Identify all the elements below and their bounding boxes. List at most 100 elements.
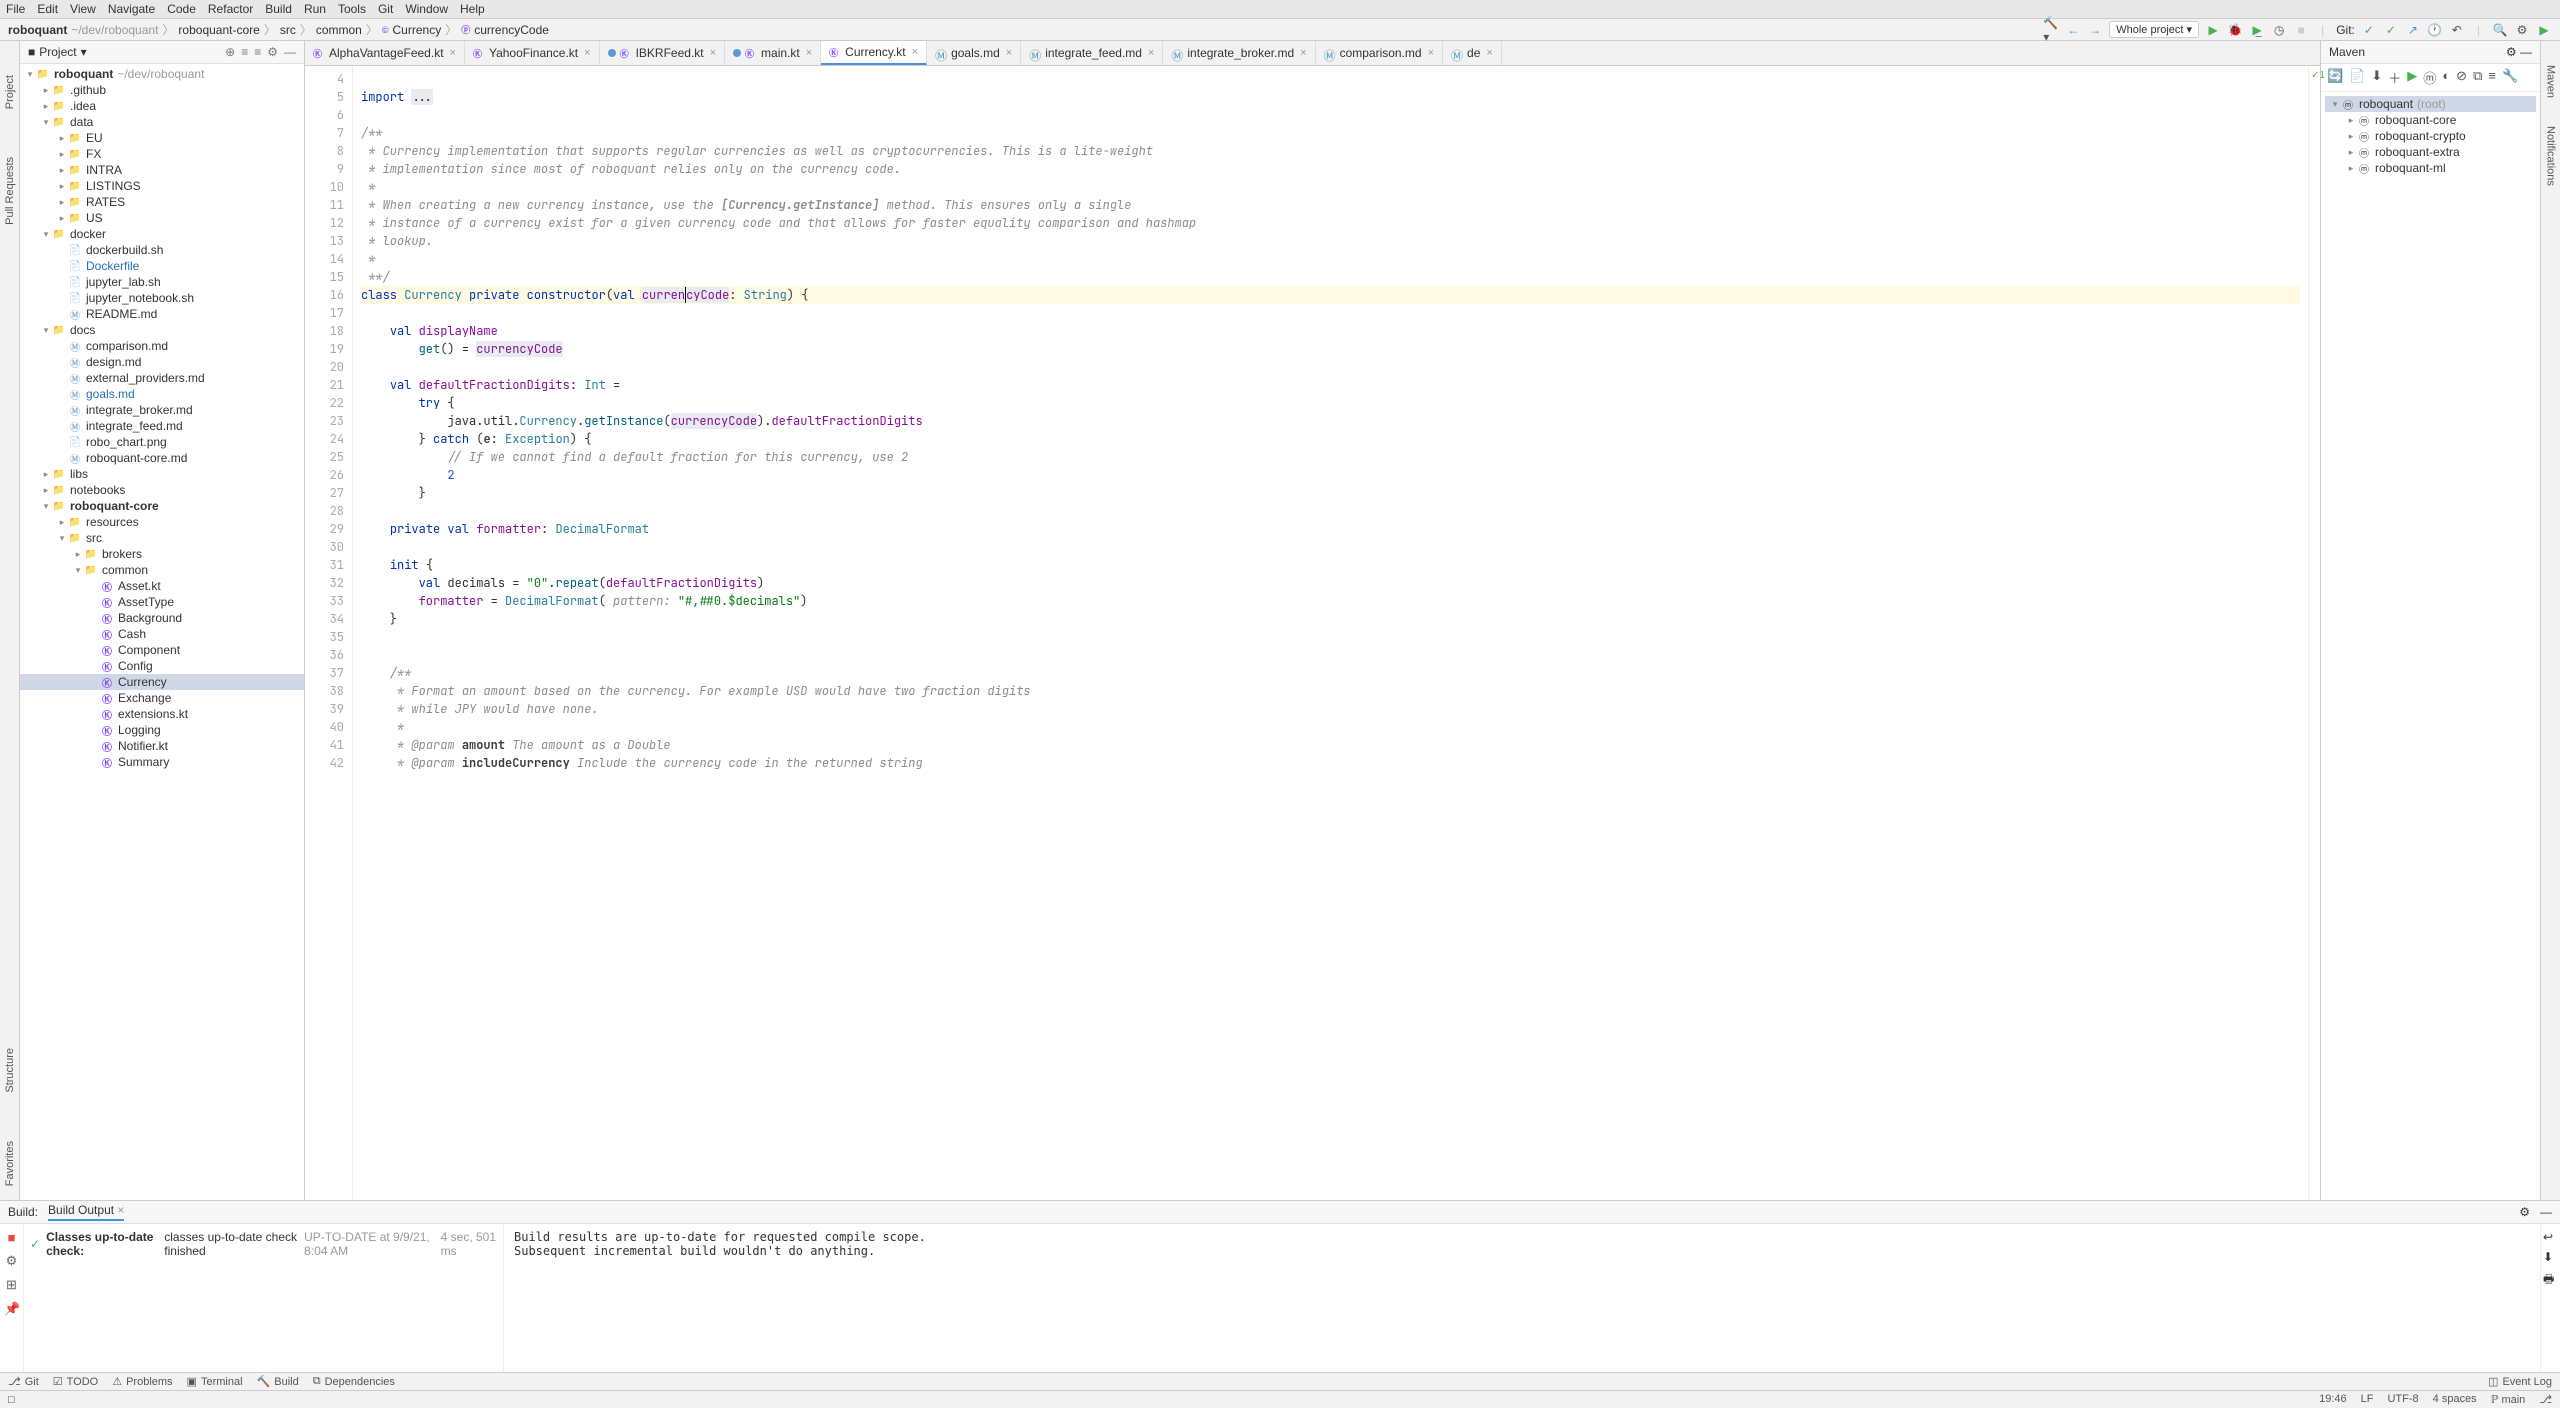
build-task-row[interactable]: ✓ Classes up-to-date check: classes up-t…: [30, 1230, 497, 1258]
editor-tab[interactable]: ⓀYahooFinance.kt×: [465, 41, 600, 65]
tree-item[interactable]: ⓀConfig: [20, 658, 304, 674]
close-tab-icon[interactable]: ×: [1300, 47, 1306, 59]
menu-git[interactable]: Git: [378, 2, 393, 16]
tree-item[interactable]: ▸📁resources: [20, 514, 304, 530]
maven-collapse-icon[interactable]: ≡: [2488, 68, 2496, 87]
soft-wrap-icon[interactable]: ↩: [2543, 1230, 2558, 1244]
build-output-text[interactable]: Build results are up-to-date for request…: [504, 1224, 2540, 1372]
error-stripe[interactable]: ✓1: [2308, 66, 2320, 1200]
tree-item[interactable]: ▸📁brokers: [20, 546, 304, 562]
code-editor[interactable]: import ... /** * Currency implementation…: [353, 66, 2308, 1200]
maven-wrench-icon[interactable]: 🔧: [2502, 68, 2518, 87]
breadcrumb-pkg[interactable]: common: [316, 23, 362, 37]
git-update-icon[interactable]: ✓: [2361, 22, 2377, 38]
editor-tab[interactable]: Ⓜgoals.md×: [927, 41, 1021, 65]
tree-item[interactable]: ⓀSummary: [20, 754, 304, 770]
git-commit-icon[interactable]: ✓: [2383, 22, 2399, 38]
editor-tab[interactable]: Ⓚmain.kt×: [725, 41, 821, 65]
menu-code[interactable]: Code: [167, 2, 196, 16]
maven-tree-item[interactable]: ▸ⓜroboquant-ml: [2325, 160, 2536, 176]
status-line-sep[interactable]: LF: [2361, 1393, 2374, 1406]
menu-help[interactable]: Help: [460, 2, 485, 16]
menu-navigate[interactable]: Navigate: [108, 2, 155, 16]
git-rollback-icon[interactable]: ↶: [2449, 22, 2465, 38]
status-caret[interactable]: 19:46: [2319, 1393, 2347, 1406]
tree-item[interactable]: 📄jupyter_notebook.sh: [20, 290, 304, 306]
tree-item[interactable]: ⓀCash: [20, 626, 304, 642]
maven-run-icon[interactable]: ▶: [2407, 68, 2417, 87]
tree-item[interactable]: ⓀNotifier.kt: [20, 738, 304, 754]
tool-terminal[interactable]: ▣ Terminal: [187, 1375, 243, 1388]
close-tab-icon[interactable]: ×: [806, 47, 812, 59]
build-settings-icon[interactable]: ⚙: [2519, 1205, 2530, 1219]
build-rerun-icon[interactable]: ■: [4, 1230, 19, 1245]
maven-tree-item[interactable]: ▸ⓜroboquant-crypto: [2325, 128, 2536, 144]
build-icon[interactable]: 🔨▾: [2043, 22, 2059, 38]
expand-all-icon[interactable]: ≡: [241, 45, 248, 59]
menu-refactor[interactable]: Refactor: [208, 2, 253, 16]
tree-item[interactable]: ▾📁src: [20, 530, 304, 546]
build-filter-icon[interactable]: ⚙: [4, 1253, 19, 1269]
editor-tab[interactable]: ⓀCurrency.kt×: [821, 41, 927, 65]
build-tab-label[interactable]: Build:: [8, 1205, 38, 1219]
tree-item[interactable]: ⓂREADME.md: [20, 306, 304, 322]
right-tab-maven[interactable]: Maven: [2543, 61, 2559, 102]
git-history-icon[interactable]: 🕐: [2427, 22, 2443, 38]
tree-item[interactable]: 📄robo_chart.png: [20, 434, 304, 450]
tree-item[interactable]: 📄jupyter_lab.sh: [20, 274, 304, 290]
build-expand-icon[interactable]: ⊞: [4, 1277, 19, 1293]
tree-item[interactable]: ⓀBackground: [20, 610, 304, 626]
tree-item[interactable]: Ⓜexternal_providers.md: [20, 370, 304, 386]
tree-item[interactable]: ▸📁INTRA: [20, 162, 304, 178]
tree-item[interactable]: ▸📁EU: [20, 130, 304, 146]
maven-download-icon[interactable]: ⬇: [2371, 68, 2382, 87]
run-anything-icon[interactable]: ▶: [2536, 22, 2552, 38]
build-output-tab[interactable]: Build Output ×: [48, 1203, 124, 1221]
tree-item[interactable]: ▾📁data: [20, 114, 304, 130]
nav-fwd-icon[interactable]: →: [2087, 22, 2103, 38]
debug-icon[interactable]: 🐞: [2227, 22, 2243, 38]
left-tab-project[interactable]: Project: [2, 71, 18, 113]
editor-tab[interactable]: Ⓜintegrate_broker.md×: [1163, 41, 1315, 65]
close-tab-icon[interactable]: ×: [710, 47, 716, 59]
tool-build[interactable]: 🔨 Build: [257, 1375, 299, 1388]
git-push-icon[interactable]: ↗: [2405, 22, 2421, 38]
breadcrumb-module[interactable]: roboquant-core: [178, 23, 259, 37]
maven-tree-item[interactable]: ▸ⓜroboquant-extra: [2325, 144, 2536, 160]
tree-item[interactable]: ⓀCurrency: [20, 674, 304, 690]
breadcrumb-member[interactable]: currencyCode: [474, 23, 549, 37]
editor-tab[interactable]: Ⓜcomparison.md×: [1316, 41, 1443, 65]
print-icon[interactable]: 🖶: [2543, 1270, 2558, 1291]
editor-tab[interactable]: Ⓜde×: [1443, 41, 1502, 65]
editor-tab[interactable]: ⓀIBKRFeed.kt×: [600, 41, 725, 65]
hide-panel-icon[interactable]: —: [284, 45, 296, 59]
settings-gear-icon[interactable]: ⚙: [267, 45, 278, 59]
tree-item[interactable]: ▸📁LISTINGS: [20, 178, 304, 194]
editor-tab[interactable]: Ⓜintegrate_feed.md×: [1021, 41, 1163, 65]
close-tab-icon[interactable]: ×: [1486, 47, 1492, 59]
event-log[interactable]: ◫ Event Log: [2488, 1375, 2552, 1388]
menu-view[interactable]: View: [70, 2, 96, 16]
breadcrumb-src[interactable]: src: [280, 23, 296, 37]
project-tree[interactable]: ▾📁roboquant~/dev/roboquant▸📁.github▸📁.id…: [20, 64, 304, 1200]
maven-tree-item[interactable]: ▾ⓜroboquant(root): [2325, 96, 2536, 112]
tree-item[interactable]: ▸📁.github: [20, 82, 304, 98]
tree-item[interactable]: ▸📁.idea: [20, 98, 304, 114]
tree-item[interactable]: Ⓜdesign.md: [20, 354, 304, 370]
nav-back-icon[interactable]: ←: [2065, 22, 2081, 38]
close-tab-icon[interactable]: ×: [912, 46, 918, 58]
tree-item[interactable]: ▸📁notebooks: [20, 482, 304, 498]
left-tab-favorites[interactable]: Favorites: [2, 1137, 18, 1190]
menu-run[interactable]: Run: [304, 2, 326, 16]
tree-item[interactable]: ▾📁roboquant~/dev/roboquant: [20, 66, 304, 82]
maven-generate-icon[interactable]: 📄: [2349, 68, 2365, 87]
tree-item[interactable]: Ⓜgoals.md: [20, 386, 304, 402]
tree-item[interactable]: ▸📁US: [20, 210, 304, 226]
status-encoding[interactable]: UTF-8: [2387, 1393, 2418, 1406]
tree-item[interactable]: Ⓜintegrate_broker.md: [20, 402, 304, 418]
build-pin-icon[interactable]: 📌: [4, 1301, 19, 1317]
coverage-icon[interactable]: ▶̲: [2249, 22, 2265, 38]
close-tab-icon[interactable]: ×: [450, 47, 456, 59]
tree-item[interactable]: ▾📁docs: [20, 322, 304, 338]
profile-icon[interactable]: ◷: [2271, 22, 2287, 38]
